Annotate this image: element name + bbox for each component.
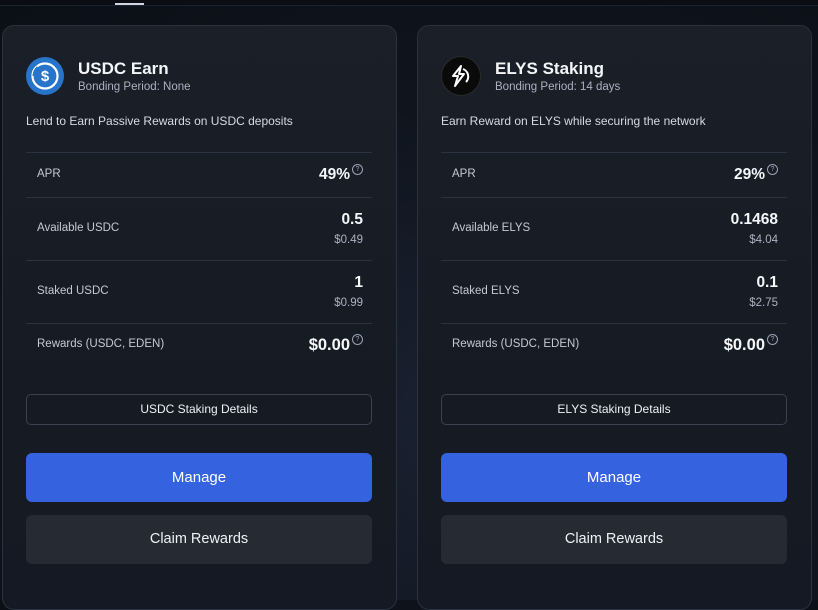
rewards-row: Rewards (USDC, EDEN) $0.00? [26,323,372,368]
staking-details-button[interactable]: ELYS Staking Details [441,394,787,425]
staked-value: 1 [354,274,363,291]
rewards-value: $0.00 [308,336,350,354]
available-usd-value: $0.49 [334,234,363,246]
staking-details-button[interactable]: USDC Staking Details [26,394,372,425]
card-title: USDC Earn [78,59,169,78]
stats-list: APR 49%? Available USDC 0.5 $0.49 Staked… [26,152,372,368]
apr-value-wrap: 49%? [318,164,363,184]
rewards-label: Rewards (USDC, EDEN) [37,338,165,350]
bonding-period: Bonding Period: 14 days [495,81,621,93]
elys-logo-icon [441,56,481,96]
claim-rewards-button[interactable]: Claim Rewards [441,515,787,564]
card-header: ELYS Staking Bonding Period: 14 days [441,56,620,96]
usdc-earn-card: $ USDC Earn Bonding Period: None Lend to… [2,25,397,610]
help-icon[interactable]: ? [352,164,363,175]
rewards-value: $0.00 [723,336,765,354]
card-header: $ USDC Earn Bonding Period: None [26,56,191,96]
staked-usd-value: $0.99 [334,297,363,309]
manage-button[interactable]: Manage [26,453,372,502]
available-row: Available USDC 0.5 $0.49 [26,197,372,260]
available-value: 0.1468 [730,211,778,228]
svg-text:$: $ [41,68,50,85]
active-tab-indicator [115,3,144,5]
apr-value-wrap: 29%? [733,164,778,184]
rewards-value-wrap: $0.00? [723,334,778,355]
available-label: Available USDC [37,222,120,234]
bonding-period: Bonding Period: None [78,81,191,93]
apr-value: 49% [318,166,350,183]
manage-button[interactable]: Manage [441,453,787,502]
apr-label: APR [452,168,476,180]
elys-staking-card: ELYS Staking Bonding Period: 14 days Ear… [417,25,812,610]
rewards-label: Rewards (USDC, EDEN) [452,338,580,350]
staked-row: Staked ELYS 0.1 $2.75 [441,260,787,323]
help-icon[interactable]: ? [767,334,778,345]
apr-value: 29% [733,166,765,183]
claim-rewards-button[interactable]: Claim Rewards [26,515,372,564]
apr-label: APR [37,168,61,180]
card-title: ELYS Staking [495,59,604,78]
apr-row: APR 29%? [441,152,787,197]
staked-value: 0.1 [756,274,778,291]
rewards-value-wrap: $0.00? [308,334,363,355]
stats-list: APR 29%? Available ELYS 0.1468 $4.04 Sta… [441,152,787,368]
staked-label: Staked USDC [37,285,109,297]
staked-label: Staked ELYS [452,285,520,297]
available-value: 0.5 [341,211,363,228]
rewards-row: Rewards (USDC, EDEN) $0.00? [441,323,787,368]
top-navigation-bar [0,0,818,6]
help-icon[interactable]: ? [352,334,363,345]
help-icon[interactable]: ? [767,164,778,175]
available-label: Available ELYS [452,222,531,234]
card-description: Lend to Earn Passive Rewards on USDC dep… [26,114,293,128]
staked-usd-value: $2.75 [749,297,778,309]
apr-row: APR 49%? [26,152,372,197]
staked-row: Staked USDC 1 $0.99 [26,260,372,323]
available-row: Available ELYS 0.1468 $4.04 [441,197,787,260]
card-description: Earn Reward on ELYS while securing the n… [441,114,706,128]
usdc-logo-icon: $ [26,57,64,95]
available-usd-value: $4.04 [749,234,778,246]
